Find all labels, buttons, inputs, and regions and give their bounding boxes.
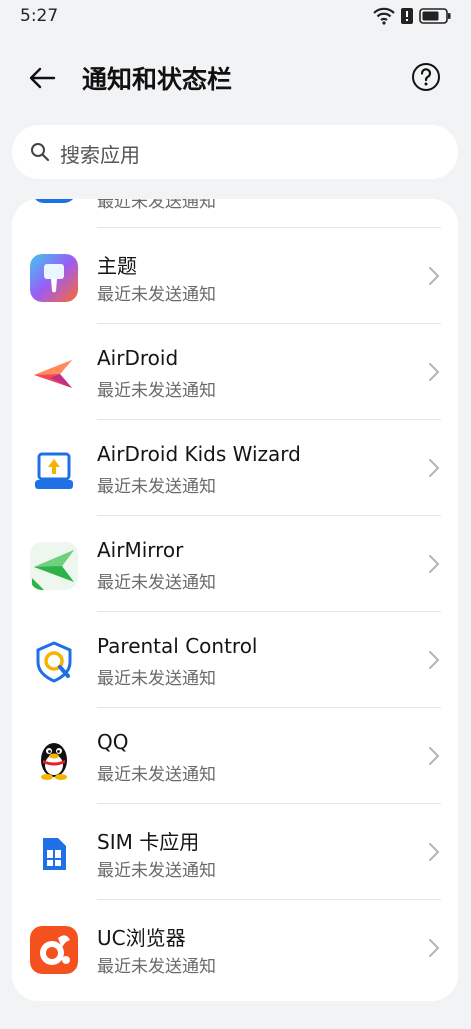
app-name: AirDroid Kids Wizard	[97, 442, 301, 466]
wifi-icon	[373, 7, 395, 25]
airdroid-icon	[30, 350, 78, 398]
uc-browser-icon	[30, 926, 78, 974]
chevron-right-icon	[428, 458, 440, 482]
list-item-airdroid[interactable]: AirDroid 最近未发送通知	[12, 324, 458, 420]
app-list[interactable]: 最近未发送通知 主题 最近未发送通知 AirDroid 最近未发送通知 AirD…	[12, 199, 458, 1001]
list-item-theme[interactable]: 主题 最近未发送通知	[12, 228, 458, 324]
list-item-airdroid-kids-wizard[interactable]: AirDroid Kids Wizard 最近未发送通知	[12, 420, 458, 516]
app-subtitle: 最近未发送通知	[97, 861, 216, 881]
search-input[interactable]: 搜索应用	[12, 125, 458, 179]
chevron-right-icon	[428, 938, 440, 962]
chevron-right-icon	[428, 362, 440, 386]
app-name: QQ	[97, 730, 129, 754]
alert-icon	[401, 8, 413, 24]
list-item-airmirror[interactable]: AirMirror 最近未发送通知	[12, 516, 458, 612]
app-subtitle: 最近未发送通知	[97, 765, 216, 785]
chevron-right-icon	[428, 842, 440, 866]
search-icon	[30, 142, 50, 166]
header: 通知和状态栏	[0, 50, 471, 106]
wizard-icon	[30, 446, 78, 494]
list-item-uc-browser[interactable]: UC浏览器 最近未发送通知	[12, 900, 458, 996]
chevron-right-icon	[428, 266, 440, 290]
app-name: AirMirror	[97, 538, 184, 562]
page-title: 通知和状态栏	[82, 65, 233, 94]
back-arrow-icon	[28, 66, 56, 94]
parental-control-icon	[30, 638, 78, 686]
chevron-right-icon	[428, 650, 440, 674]
question-mark-icon	[411, 63, 441, 96]
theme-icon	[30, 254, 78, 302]
app-name: Parental Control	[97, 634, 258, 658]
app-name: SIM 卡应用	[97, 830, 200, 854]
app-icon	[32, 199, 76, 203]
chevron-right-icon	[428, 554, 440, 578]
app-subtitle: 最近未发送通知	[97, 957, 216, 977]
app-name: UC浏览器	[97, 926, 186, 950]
list-item-parental-control[interactable]: Parental Control 最近未发送通知	[12, 612, 458, 708]
sim-card-icon	[30, 830, 78, 878]
list-item-partial[interactable]: 最近未发送通知	[12, 199, 458, 229]
app-subtitle: 最近未发送通知	[97, 199, 216, 212]
app-name: AirDroid	[97, 346, 179, 370]
help-button[interactable]	[411, 62, 441, 92]
app-subtitle: 最近未发送通知	[97, 573, 216, 593]
app-name: 主题	[97, 254, 137, 278]
list-item-qq[interactable]: QQ 最近未发送通知	[12, 708, 458, 804]
list-item-sim-app[interactable]: SIM 卡应用 最近未发送通知	[12, 804, 458, 900]
status-time: 5:27	[20, 6, 59, 26]
status-icons	[373, 7, 451, 25]
app-subtitle: 最近未发送通知	[97, 669, 216, 689]
app-subtitle: 最近未发送通知	[97, 381, 216, 401]
app-subtitle: 最近未发送通知	[97, 285, 216, 305]
qq-penguin-icon	[30, 734, 78, 782]
status-bar: 5:27	[0, 0, 471, 36]
app-subtitle: 最近未发送通知	[97, 477, 216, 497]
search-placeholder: 搜索应用	[60, 143, 140, 167]
battery-icon	[419, 8, 451, 24]
airmirror-icon	[30, 542, 78, 590]
back-button[interactable]	[26, 64, 58, 96]
chevron-right-icon	[428, 746, 440, 770]
